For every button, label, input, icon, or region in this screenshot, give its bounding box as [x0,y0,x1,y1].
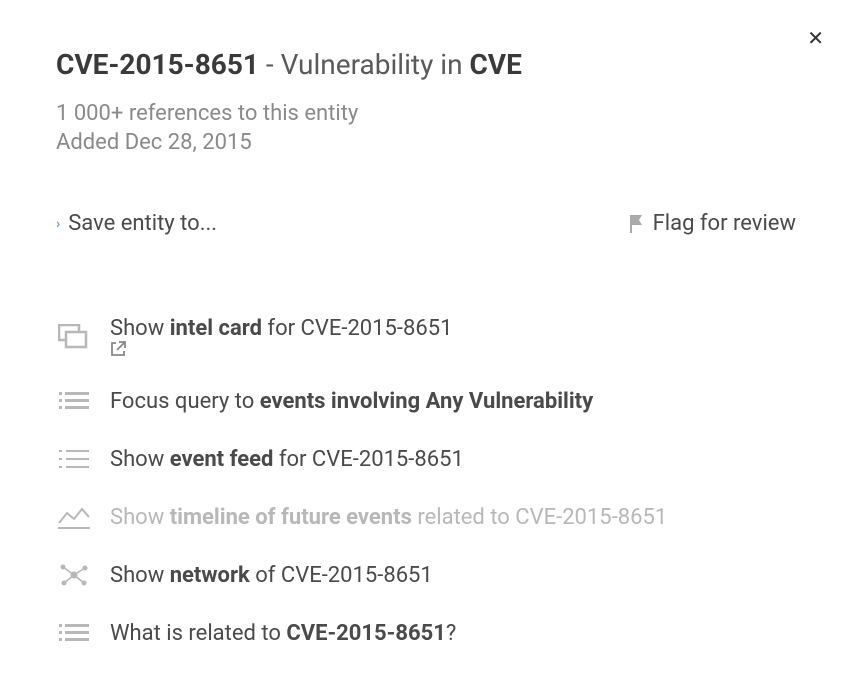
references-count: 1 000+ references to this entity [56,101,796,126]
option-list-dense-1[interactable]: Focus query to events involving Any Vuln… [56,387,796,415]
option-network-4[interactable]: Show network of CVE-2015-8651 [56,561,796,589]
list-icon [56,445,92,473]
external-link-icon [110,341,458,357]
save-entity-button[interactable]: › Save entity to... [56,211,217,236]
entity-id: CVE-2015-8651 [56,48,259,81]
option-label: Show intel card for CVE-2015-8651 [110,316,458,357]
network-icon [56,561,92,589]
options-list: Show intel card for CVE-2015-8651 Focus q… [56,316,796,647]
flag-for-review-button[interactable]: Flag for review [629,211,796,236]
option-label: Show timeline of future events related t… [110,505,667,530]
entity-title: CVE-2015-8651 - Vulnerability in CVE [56,48,796,81]
list-dense-icon [56,387,92,415]
save-entity-label: Save entity to... [68,211,217,236]
option-label: Focus query to events involving Any Vuln… [110,389,593,414]
added-date: Added Dec 28, 2015 [56,130,796,155]
option-label: Show event feed for CVE-2015-8651 [110,447,464,472]
option-list-2[interactable]: Show event feed for CVE-2015-8651 [56,445,796,473]
option-label: Show network of CVE-2015-8651 [110,563,433,588]
option-cards-0[interactable]: Show intel card for CVE-2015-8651 [56,316,796,357]
option-timeline-3: Show timeline of future events related t… [56,503,796,531]
flag-icon [629,215,645,233]
list-dense-icon [56,619,92,647]
option-list-dense-5[interactable]: What is related to CVE-2015-8651? [56,619,796,647]
timeline-icon [56,503,92,531]
cards-icon [56,323,92,351]
flag-label: Flag for review [653,211,796,236]
chevron-right-icon: › [56,216,60,232]
entity-source: CVE [469,48,521,81]
close-button[interactable]: ✕ [807,28,824,48]
option-label: What is related to CVE-2015-8651? [110,621,456,646]
